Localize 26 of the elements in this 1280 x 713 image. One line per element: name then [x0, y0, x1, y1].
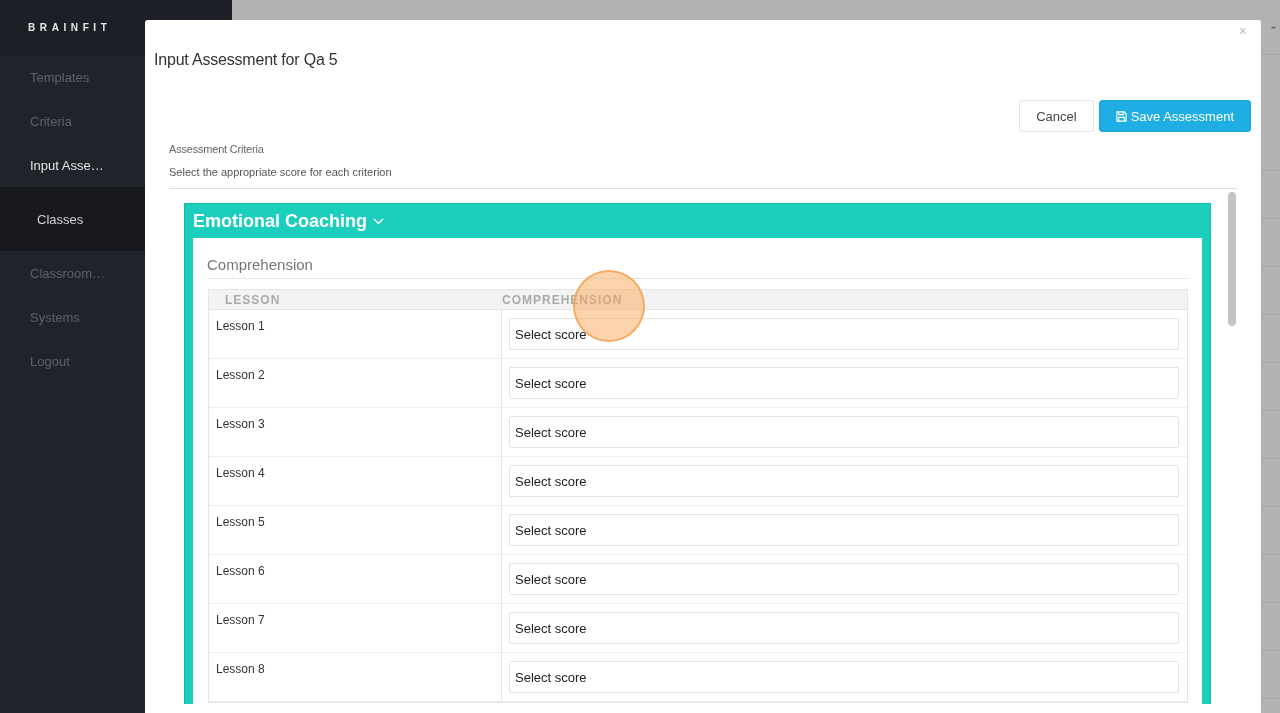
- lesson-cell: Lesson 1: [209, 310, 502, 358]
- score-select[interactable]: Select score: [509, 563, 1179, 595]
- modal-title: Input Assessment for Qa 5: [154, 51, 338, 68]
- criterion-heading: Comprehension: [207, 238, 1188, 279]
- brand-logo: BRAINFIT: [28, 22, 112, 33]
- section-label: Assessment Criteria: [169, 143, 265, 155]
- score-select[interactable]: Select score: [509, 318, 1179, 350]
- score-select[interactable]: Select score: [509, 514, 1179, 546]
- page-title: -: [1270, 18, 1276, 36]
- score-select[interactable]: Select score: [509, 367, 1179, 399]
- lesson-cell: Lesson 4: [209, 457, 502, 505]
- column-header: LESSON: [224, 292, 282, 307]
- score-select[interactable]: Select score: [509, 416, 1179, 448]
- lesson-cell: Lesson 5: [209, 506, 502, 554]
- cancel-button[interactable]: Cancel: [1019, 100, 1094, 132]
- lesson-cell: Lesson 2: [209, 359, 502, 407]
- instructions-text: Select the appropriate score for each criterion: [169, 166, 393, 178]
- score-select[interactable]: Select score: [509, 661, 1179, 693]
- lesson-cell: Lesson 7: [209, 604, 502, 652]
- lesson-cell: Lesson 8: [209, 653, 502, 701]
- scrollbar-thumb[interactable]: [1228, 192, 1236, 326]
- chevron-icon: [373, 217, 384, 225]
- score-select[interactable]: Select score: [509, 612, 1179, 644]
- score-select[interactable]: Select score: [509, 465, 1179, 497]
- lesson-cell: Lesson 3: [209, 408, 502, 456]
- lesson-cell: Lesson 6: [209, 555, 502, 603]
